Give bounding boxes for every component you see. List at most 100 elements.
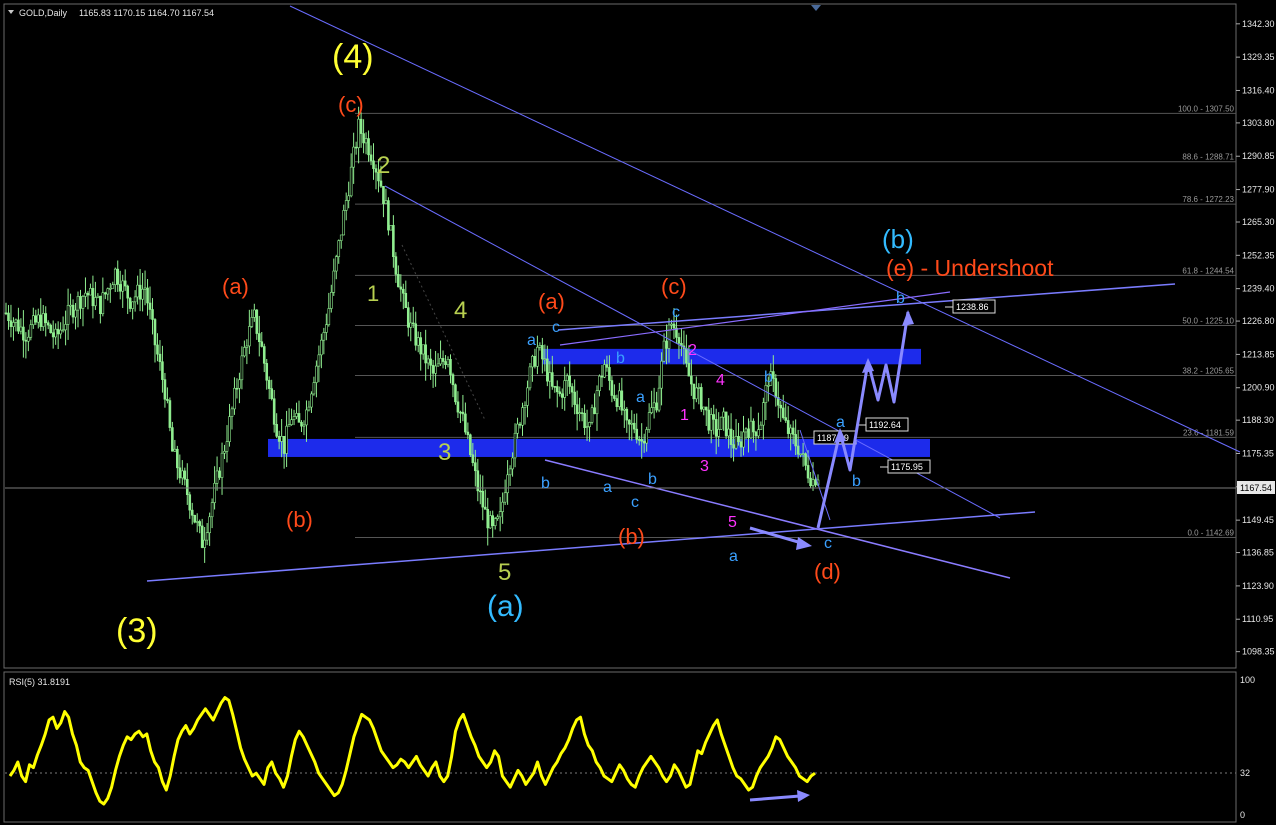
rsi-axis-32: 32 — [1240, 768, 1250, 778]
candle-body — [712, 414, 716, 420]
candle-body — [603, 364, 606, 378]
axis-tick-label: 1213.85 — [1242, 349, 1275, 359]
axis-tick-label: 1123.90 — [1242, 581, 1274, 591]
wave-label: (c) — [338, 92, 364, 117]
wave-label: b — [541, 475, 550, 492]
candle-body — [178, 467, 182, 479]
candle-body — [645, 429, 648, 444]
candle-body — [305, 409, 308, 426]
candle-body — [580, 412, 584, 414]
candle-body — [493, 518, 497, 527]
wave-label: c — [552, 319, 560, 336]
fib-level-label: 88.6 - 1288.71 — [1182, 153, 1234, 162]
candle-body — [814, 479, 817, 486]
fib-level-label: 61.8 - 1244.54 — [1182, 266, 1234, 275]
candle-body — [108, 288, 112, 290]
candle-body — [253, 309, 256, 318]
candle-body — [573, 391, 576, 405]
wave-label: c — [672, 304, 680, 321]
candle-body — [215, 470, 219, 484]
candle-body — [392, 225, 395, 257]
wave-label: (b) — [286, 507, 313, 532]
candle-body — [665, 340, 668, 349]
candle-body — [627, 419, 631, 425]
wave-label: 3 — [700, 458, 709, 475]
candle-body — [739, 441, 743, 448]
candle-body — [469, 434, 472, 456]
candle-body — [806, 465, 810, 479]
candle-body — [483, 506, 487, 510]
candle-body — [608, 367, 611, 381]
candle-body — [280, 435, 283, 442]
candle-body — [757, 429, 760, 437]
candle-body — [352, 146, 355, 168]
chart-stage: GOLD,Daily 1165.83 1170.15 1164.70 1167.… — [0, 0, 1276, 825]
wave-label: (d) — [814, 559, 841, 584]
ohlc-label: 1165.83 1170.15 1164.70 1167.54 — [79, 8, 214, 18]
wave-label: c — [631, 494, 639, 511]
candle-body — [310, 393, 313, 408]
candle-body — [471, 454, 475, 464]
candle-body — [441, 358, 445, 362]
wave-label: (b) — [618, 524, 645, 549]
candle-body — [143, 287, 147, 290]
candle-body — [161, 361, 164, 380]
candle-body — [488, 515, 492, 529]
candle-body — [593, 407, 596, 415]
candle-body — [660, 360, 663, 389]
candle-body — [389, 225, 393, 231]
candle-body — [521, 407, 524, 426]
wave-label: 4 — [454, 297, 467, 324]
candle-body — [801, 453, 805, 455]
candle-body — [32, 315, 35, 326]
candle-body — [203, 539, 206, 548]
candle-body — [295, 413, 298, 417]
candle-body — [474, 462, 477, 472]
candle-body — [163, 379, 167, 400]
candle-body — [228, 416, 231, 442]
candle-body — [312, 382, 316, 395]
candle-body — [764, 385, 768, 403]
candle-body — [116, 268, 120, 285]
candle-body — [257, 333, 261, 343]
candle-body — [56, 328, 60, 335]
candle-body — [632, 422, 636, 430]
candle-body — [779, 404, 783, 409]
candle-body — [225, 441, 229, 452]
candle-body — [809, 477, 812, 487]
axis-tick-label: 1290.85 — [1242, 151, 1275, 161]
candle-body — [287, 424, 291, 427]
candle-body — [737, 436, 740, 442]
candle-body — [625, 408, 629, 421]
price-tag-1238: 1238.86 — [956, 302, 989, 312]
axis-tick-label: 1303.80 — [1242, 118, 1275, 128]
axis-tick-label: 1200.90 — [1242, 383, 1275, 393]
candle-body — [759, 424, 763, 430]
candle-body — [290, 419, 293, 425]
wave-label: (a) — [538, 289, 565, 314]
candle-body — [752, 420, 755, 433]
candle-body — [722, 411, 725, 418]
candle-body — [404, 292, 408, 309]
candle-body — [347, 195, 350, 201]
candle-body — [402, 288, 405, 294]
axis-tick-label: 1136.85 — [1242, 548, 1274, 558]
candle-body — [387, 200, 390, 231]
candle-body — [804, 453, 807, 466]
candle-body — [640, 439, 643, 442]
candle-body — [704, 406, 708, 411]
candle-body — [709, 414, 713, 431]
wave-label: 5 — [728, 514, 737, 531]
candle-body — [327, 308, 331, 326]
candle-body — [168, 400, 172, 428]
candle-body — [96, 295, 100, 298]
candle-body — [339, 234, 343, 241]
candle-body — [563, 380, 567, 398]
candle-body — [541, 345, 544, 360]
candle-body — [344, 200, 348, 211]
candle-body — [240, 355, 244, 381]
candle-body — [459, 411, 462, 414]
candle-body — [190, 509, 194, 516]
candle-body — [419, 337, 422, 355]
candle-body — [449, 359, 452, 375]
